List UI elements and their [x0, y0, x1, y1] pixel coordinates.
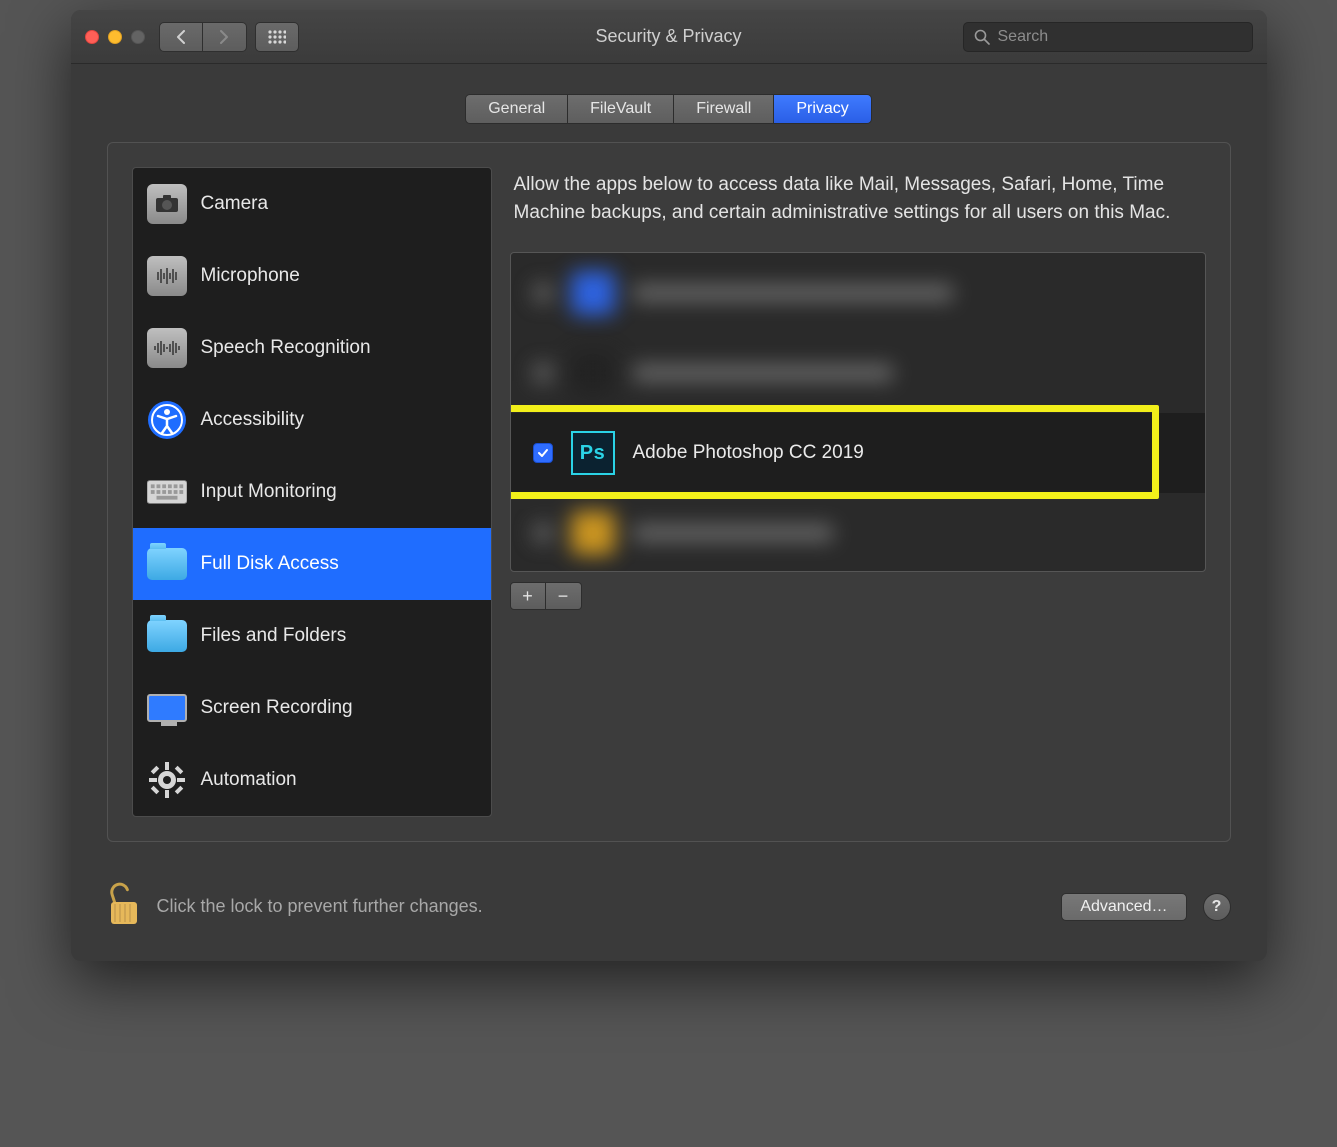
grid-icon [268, 30, 286, 44]
allowed-apps-list[interactable]: Ps Adobe Photoshop CC 2019 [510, 252, 1206, 572]
help-button[interactable]: ? [1203, 893, 1231, 921]
tab-filevault[interactable]: FileVault [568, 95, 674, 123]
sidebar-item-label: Full Disk Access [201, 553, 339, 575]
window-controls [85, 30, 145, 44]
search-input[interactable] [998, 28, 1242, 46]
app-row-photoshop[interactable]: Ps Adobe Photoshop CC 2019 [511, 413, 1205, 493]
sidebar-item-full-disk-access[interactable]: Full Disk Access [133, 528, 491, 600]
camera-icon [147, 184, 187, 224]
sidebar-item-label: Files and Folders [201, 625, 347, 647]
show-all-button[interactable] [255, 22, 299, 52]
search-icon [974, 29, 990, 45]
sidebar-item-accessibility[interactable]: Accessibility [133, 384, 491, 456]
app-row-redacted [511, 333, 1205, 413]
chevron-left-icon [176, 30, 186, 44]
privacy-panel: Camera Microphone Speech Recognition [107, 142, 1231, 842]
sidebar-item-label: Speech Recognition [201, 337, 371, 359]
sidebar-item-input-monitoring[interactable]: Input Monitoring [133, 456, 491, 528]
speech-icon [147, 328, 187, 368]
app-name-label: Adobe Photoshop CC 2019 [633, 442, 864, 464]
sidebar-item-camera[interactable]: Camera [133, 168, 491, 240]
sidebar-item-label: Microphone [201, 265, 300, 287]
sidebar-item-speech[interactable]: Speech Recognition [133, 312, 491, 384]
content-body: General FileVault Firewall Privacy Camer… [71, 64, 1267, 852]
folder-icon [147, 544, 187, 584]
gear-icon [147, 760, 187, 800]
app-row-redacted [511, 253, 1205, 333]
preferences-window: Security & Privacy General FileVault Fir… [71, 10, 1267, 961]
add-app-button[interactable]: + [510, 582, 546, 610]
sidebar-item-automation[interactable]: Automation [133, 744, 491, 816]
search-field[interactable] [963, 22, 1253, 52]
footer: Click the lock to prevent further change… [71, 852, 1267, 961]
sidebar-item-files-folders[interactable]: Files and Folders [133, 600, 491, 672]
check-icon [537, 447, 549, 459]
tab-bar: General FileVault Firewall Privacy [107, 94, 1231, 124]
zoom-window-button[interactable] [131, 30, 145, 44]
app-row-redacted [511, 493, 1205, 572]
advanced-button[interactable]: Advanced… [1061, 893, 1186, 921]
app-enabled-checkbox[interactable] [533, 443, 553, 463]
tab-privacy[interactable]: Privacy [774, 95, 870, 123]
minimize-window-button[interactable] [108, 30, 122, 44]
tab-general[interactable]: General [466, 95, 568, 123]
back-button[interactable] [159, 22, 203, 52]
forward-button[interactable] [203, 22, 247, 52]
photoshop-icon: Ps [571, 431, 615, 475]
sidebar-item-screen-recording[interactable]: Screen Recording [133, 672, 491, 744]
sidebar-item-microphone[interactable]: Microphone [133, 240, 491, 312]
folder-icon [147, 616, 187, 656]
remove-app-button[interactable]: − [546, 582, 582, 610]
sidebar-item-label: Accessibility [201, 409, 304, 431]
titlebar: Security & Privacy [71, 10, 1267, 64]
unlock-button[interactable] [107, 882, 141, 931]
lock-hint-label: Click the lock to prevent further change… [157, 896, 483, 917]
sidebar-item-label: Automation [201, 769, 297, 791]
add-remove-controls: + − [510, 582, 1206, 610]
microphone-icon [147, 256, 187, 296]
display-icon [147, 688, 187, 728]
sidebar-item-label: Screen Recording [201, 697, 353, 719]
keyboard-icon [147, 472, 187, 512]
lock-open-icon [107, 882, 141, 926]
accessibility-icon [147, 400, 187, 440]
privacy-category-list[interactable]: Camera Microphone Speech Recognition [132, 167, 492, 817]
detail-description: Allow the apps below to access data like… [510, 167, 1206, 226]
nav-back-forward [159, 22, 247, 52]
sidebar-item-label: Input Monitoring [201, 481, 337, 503]
close-window-button[interactable] [85, 30, 99, 44]
detail-pane: Allow the apps below to access data like… [510, 167, 1206, 817]
tab-firewall[interactable]: Firewall [674, 95, 774, 123]
chevron-right-icon [219, 30, 229, 44]
sidebar-item-label: Camera [201, 193, 269, 215]
